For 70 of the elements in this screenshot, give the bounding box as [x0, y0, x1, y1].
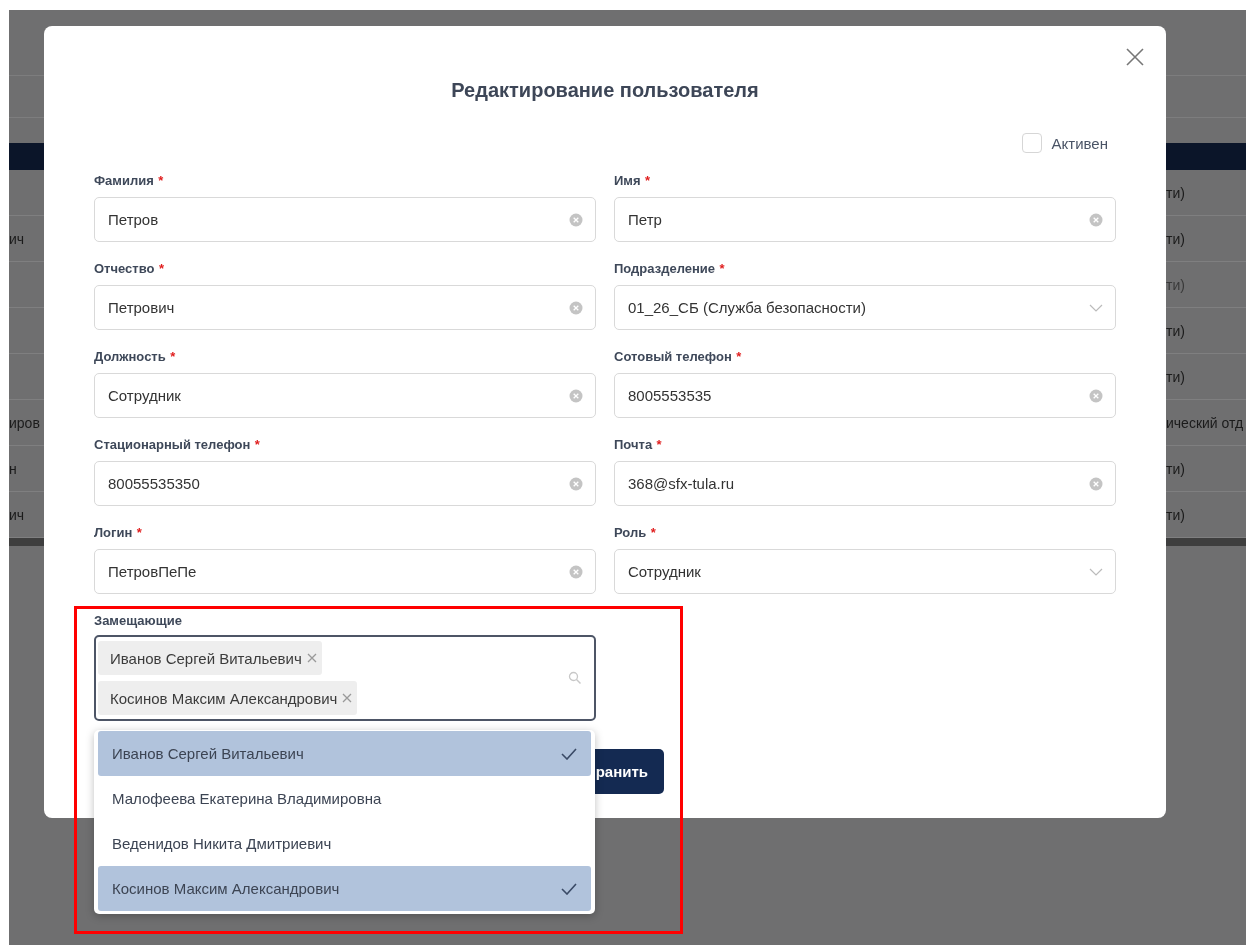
- tag: Косинов Максим Александрович: [98, 681, 358, 715]
- required-mark: *: [158, 173, 164, 189]
- remove-tag-button[interactable]: [341, 692, 354, 704]
- required-mark: *: [254, 437, 260, 453]
- input-field[interactable]: Петрович: [94, 285, 596, 330]
- table-cell: ти): [1166, 368, 1185, 385]
- field-label: Логин: [94, 525, 133, 541]
- required-mark: *: [650, 525, 656, 541]
- required-mark: *: [136, 525, 142, 541]
- clear-icon: [569, 212, 583, 227]
- field-label: Фамилия: [94, 173, 154, 189]
- checkbox[interactable]: [1021, 133, 1042, 153]
- check-icon: [561, 882, 577, 895]
- clear-icon: [569, 476, 583, 491]
- field-label: Отчество: [94, 261, 155, 277]
- field-label: Имя: [614, 173, 641, 189]
- input-field[interactable]: ПетровПеПе: [94, 549, 596, 594]
- field-label: Замещающие: [94, 613, 182, 629]
- remove-tag-button[interactable]: [305, 652, 318, 664]
- dropdown-option[interactable]: Косинов Максим Александрович: [98, 866, 591, 911]
- table-cell: н: [9, 460, 17, 477]
- required-mark: *: [656, 437, 662, 453]
- tag: Иванов Сергей Витальевич: [98, 641, 322, 675]
- table-cell: ти): [1166, 184, 1185, 201]
- table-cell: ич: [9, 506, 25, 523]
- clear-icon: [1089, 388, 1103, 403]
- required-mark: *: [645, 173, 651, 189]
- field-label: Подразделение: [614, 261, 716, 277]
- close-icon: [341, 692, 354, 704]
- chevron-down-icon: [1089, 567, 1103, 576]
- table-cell: ти): [1166, 322, 1185, 339]
- input-field[interactable]: 8005553535: [614, 373, 1116, 418]
- field-label: Почта: [614, 437, 653, 453]
- table-cell: ти): [1166, 230, 1185, 247]
- input-field[interactable]: Петров: [94, 197, 596, 242]
- field-label: Должность: [94, 349, 166, 365]
- required-mark: *: [736, 349, 742, 365]
- chevron-down-icon: [1089, 303, 1103, 312]
- multi-select-field[interactable]: Иванов Сергей Витальевич Косинов Максим Александрович: [94, 635, 596, 721]
- clear-icon: [1089, 212, 1103, 227]
- input-field[interactable]: Сотрудник: [94, 373, 596, 418]
- dialog-title: Редактирование пользователя: [450, 78, 760, 103]
- field-label: Стационарный телефон: [94, 437, 251, 453]
- clear-icon: [569, 300, 583, 315]
- checkbox-label: Активен: [1051, 134, 1108, 152]
- check-icon: [561, 747, 577, 760]
- select-field[interactable]: 01_26_СБ (Служба безопасности): [614, 285, 1116, 330]
- table-cell: ти): [1166, 460, 1185, 477]
- field-label: Роль: [614, 525, 647, 541]
- close-icon: [1126, 48, 1144, 66]
- clear-icon: [1089, 476, 1103, 491]
- dropdown-option[interactable]: Веденидов Никита Дмитриевич: [98, 821, 591, 866]
- input-field[interactable]: 80055535350: [94, 461, 596, 506]
- close-button[interactable]: [1126, 48, 1144, 66]
- input-field[interactable]: 368@sfx-tula.ru: [614, 461, 1116, 506]
- input-field[interactable]: Петр: [614, 197, 1116, 242]
- required-mark: *: [719, 261, 725, 277]
- close-icon: [305, 652, 318, 664]
- required-mark: *: [158, 261, 164, 277]
- table-cell: ти): [1166, 506, 1185, 523]
- table-cell: ич: [9, 230, 25, 247]
- table-cell: иров: [9, 414, 40, 431]
- clear-icon: [569, 564, 583, 579]
- select-field[interactable]: Сотрудник: [614, 549, 1116, 594]
- search-icon: [568, 671, 582, 685]
- field-label: Сотовый телефон: [614, 349, 732, 365]
- table-cell: ический отд: [1166, 414, 1244, 431]
- required-mark: *: [170, 349, 176, 365]
- dropdown-option[interactable]: Иванов Сергей Витальевич: [98, 731, 591, 776]
- clear-icon: [569, 388, 583, 403]
